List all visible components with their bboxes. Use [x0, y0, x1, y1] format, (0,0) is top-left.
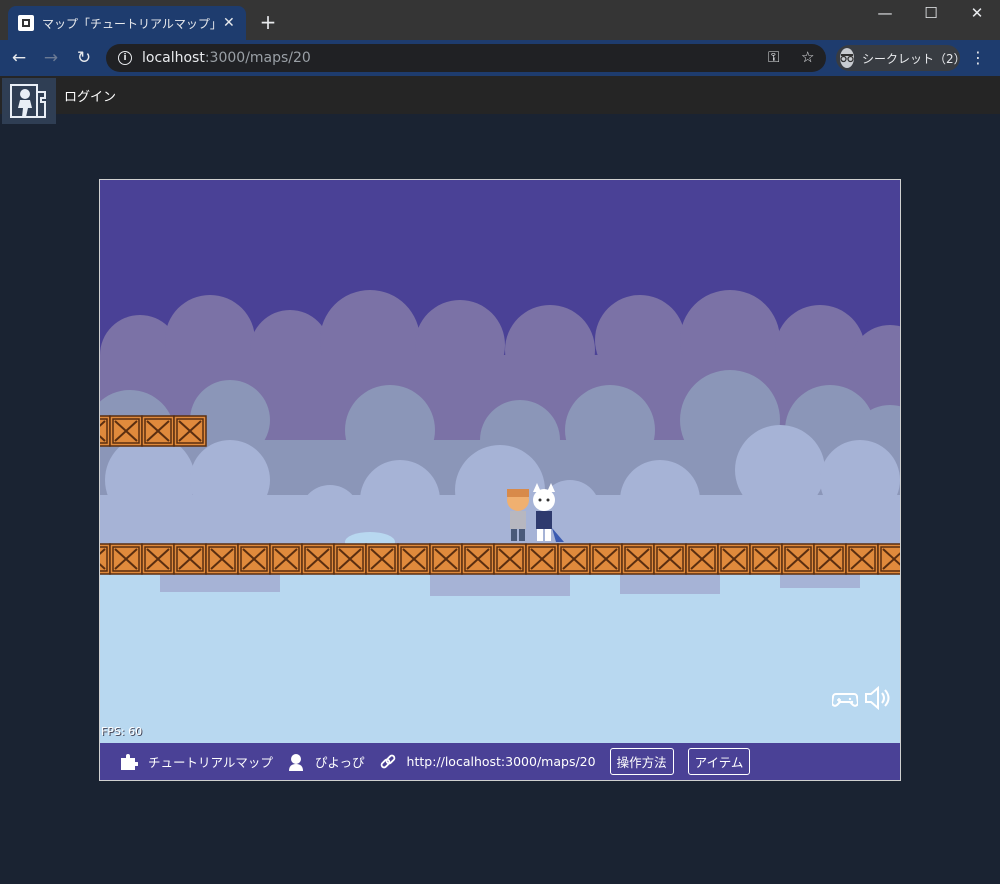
browser-tab[interactable]: マップ「チュートリアルマップ」 - みんなで ✕ — [8, 6, 246, 40]
controls-help-button[interactable]: 操作方法 — [609, 748, 674, 775]
map-name: チュートリアルマップ — [148, 755, 273, 770]
gamepad-icon[interactable] — [830, 686, 860, 710]
site-favicon-icon — [18, 15, 34, 31]
key-icon[interactable]: ⚿ — [768, 48, 779, 66]
map-url[interactable]: http://localhost:3000/maps/20 — [407, 754, 596, 769]
url-path: :3000/maps/20 — [204, 50, 311, 66]
site-logo-icon[interactable] — [2, 78, 56, 124]
crate-ground-row — [100, 543, 900, 575]
maximize-button[interactable]: ☐ — [908, 4, 954, 22]
login-link[interactable]: ログイン — [64, 86, 116, 105]
menu-icon[interactable]: ⋮ — [970, 48, 986, 67]
fps-counter: FPS: 60 — [101, 725, 143, 738]
game-info-bar: チュートリアルマップ ぴよっぴ http://localhost:3000/ma… — [100, 743, 900, 780]
back-icon[interactable]: ← — [8, 48, 30, 68]
profile-label: シークレット（2） — [862, 51, 966, 66]
items-button[interactable]: アイテム — [687, 748, 751, 775]
game-canvas[interactable] — [100, 180, 900, 743]
map-author[interactable]: ぴよっぴ — [315, 752, 365, 771]
tab-close-icon[interactable]: ✕ — [223, 15, 235, 31]
site-header — [0, 76, 1000, 114]
browser-toolbar: ← → ↻ i localhost:3000/maps/20 ⚿ ☆ シークレッ… — [0, 40, 1000, 76]
address-bar[interactable]: i localhost:3000/maps/20 ⚿ ☆ — [106, 44, 826, 72]
incognito-profile-button[interactable]: シークレット（2） — [836, 45, 966, 71]
volume-icon[interactable] — [864, 685, 890, 711]
url-host: localhost — [142, 50, 205, 66]
tab-title: マップ「チュートリアルマップ」 - みんなで — [42, 16, 217, 31]
puzzle-icon — [120, 753, 138, 771]
incognito-icon — [840, 48, 854, 68]
forward-icon[interactable]: → — [40, 48, 62, 68]
game-container: FPS: 60 チュートリアルマップ ぴよっぴ http://localhost… — [99, 179, 901, 781]
info-icon[interactable]: i — [118, 51, 132, 65]
crate-ledge — [100, 415, 207, 447]
new-tab-button[interactable]: + — [258, 10, 278, 34]
reload-icon[interactable]: ↻ — [73, 48, 95, 68]
star-icon[interactable]: ☆ — [801, 48, 814, 66]
browser-title-bar: マップ「チュートリアルマップ」 - みんなで ✕ + — ☐ ✕ — [0, 0, 1000, 40]
link-icon — [379, 753, 397, 771]
close-window-button[interactable]: ✕ — [954, 4, 1000, 22]
minimize-button[interactable]: — — [862, 4, 908, 22]
user-icon — [287, 753, 305, 771]
